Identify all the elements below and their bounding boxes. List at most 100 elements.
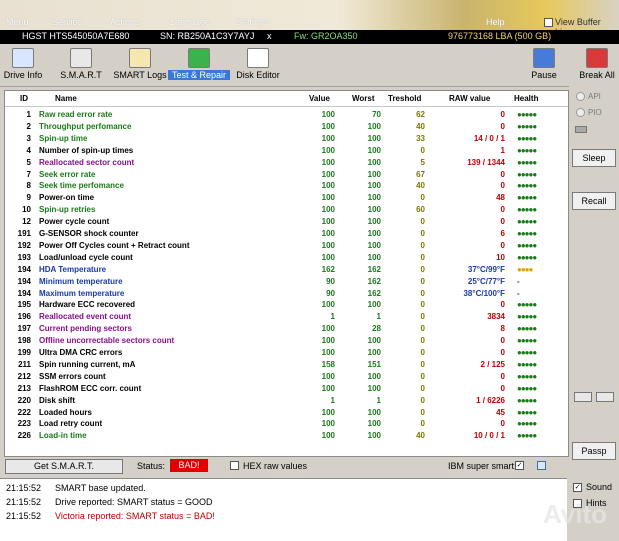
cell-tresh: 0 bbox=[420, 359, 425, 369]
table-row[interactable]: 197 Current pending sectors 100 28 0 8 ●●●●● bbox=[5, 323, 568, 335]
disk-editor-button[interactable]: Disk Editor bbox=[236, 46, 280, 84]
table-row[interactable]: 9 Power-on time 100 100 0 48 ●●●●● bbox=[5, 192, 568, 204]
get-smart-button[interactable]: Get S.M.A.R.T. bbox=[5, 459, 123, 474]
table-row[interactable]: 10 Spin-up retries 100 100 60 0 ●●●●● bbox=[5, 204, 568, 216]
cell-tresh: 40 bbox=[416, 181, 425, 191]
cell-tresh: 0 bbox=[420, 252, 425, 262]
table-row[interactable]: 199 Ultra DMA CRC errors 100 100 0 0 ●●●●● bbox=[5, 347, 568, 359]
passp-button[interactable]: Passp bbox=[572, 442, 616, 460]
table-row[interactable]: 193 Load/unload cycle count 100 100 0 10 ●●●●● bbox=[5, 252, 568, 264]
table-row[interactable]: 195 Hardware ECC recovered 100 100 0 0 ●●●●● bbox=[5, 299, 568, 311]
menu-item-service[interactable]: Service bbox=[52, 17, 82, 27]
pause-button[interactable]: Pause bbox=[527, 46, 561, 84]
view-buffer-live-check[interactable] bbox=[544, 18, 553, 27]
cell-id: 198 bbox=[17, 336, 31, 346]
cell-tresh: 0 bbox=[420, 288, 425, 298]
cell-health: - bbox=[517, 288, 520, 298]
cell-value: 100 bbox=[321, 419, 335, 429]
close-drive-button[interactable]: x bbox=[267, 31, 272, 41]
hex-raw-checkbox[interactable] bbox=[230, 461, 239, 470]
smart-button[interactable]: S.M.A.R.T bbox=[58, 46, 104, 84]
cell-health: ●●●●● bbox=[517, 217, 537, 227]
table-row[interactable]: 196 Reallocated event count 1 1 0 3834 ●●●●● bbox=[5, 311, 568, 323]
menu-item-menu[interactable]: Menu bbox=[6, 17, 29, 27]
cell-raw: 2 / 125 bbox=[480, 359, 505, 369]
cell-id: 220 bbox=[17, 395, 31, 405]
menu-item-actions[interactable]: Actions bbox=[110, 17, 140, 27]
drive-info-button[interactable]: Drive Info bbox=[2, 46, 44, 84]
small-button-1[interactable] bbox=[574, 392, 592, 402]
cell-raw: 0 bbox=[500, 419, 505, 429]
table-row[interactable]: 2 Throughput perfomance 100 100 40 0 ●●●●● bbox=[5, 121, 568, 133]
cell-tresh: 40 bbox=[416, 121, 425, 131]
cell-health: ●●●●● bbox=[517, 431, 537, 441]
pause-icon bbox=[533, 48, 555, 68]
table-row[interactable]: 4 Number of spin-up times 100 100 0 1 ●●●●● bbox=[5, 145, 568, 157]
cell-health: ●●●●● bbox=[517, 229, 537, 238]
menu-item-help[interactable]: Help bbox=[486, 17, 505, 27]
menu-item-settings[interactable]: Settings bbox=[236, 17, 269, 27]
break-all-button[interactable]: Break All bbox=[577, 46, 617, 84]
recall-button[interactable]: Recall bbox=[572, 192, 616, 210]
table-row[interactable]: 212 SSM errors count 100 100 0 0 ●●●●● bbox=[5, 371, 568, 383]
cell-value: 100 bbox=[321, 348, 335, 357]
test-repair-button[interactable]: Test & Repair bbox=[168, 46, 230, 84]
cell-id: 2 bbox=[26, 121, 31, 131]
cell-raw: 10 bbox=[496, 252, 505, 262]
table-row[interactable]: 194 Maximum temperature 90 162 0 38°C/100°F - bbox=[5, 288, 568, 300]
cell-tresh: 0 bbox=[420, 276, 425, 286]
small-button-2[interactable] bbox=[596, 392, 614, 402]
table-row[interactable]: 220 Disk shift 1 1 0 1 / 6226 ●●●●● bbox=[5, 395, 568, 407]
toolbar: Drive Info S.M.A.R.T SMART Logs Test & R… bbox=[0, 44, 619, 87]
cell-name: Seek error rate bbox=[39, 169, 96, 179]
table-row[interactable]: 198 Offline uncorrectable sectors count 10… bbox=[5, 335, 568, 347]
table-row[interactable]: 223 Load retry count 100 100 0 0 ●●●●● bbox=[5, 418, 568, 430]
menu-item-language[interactable]: Language bbox=[170, 17, 210, 27]
table-row[interactable]: 12 Power cycle count 100 100 0 0 ●●●●● bbox=[5, 216, 568, 228]
table-row[interactable]: 5 Reallocated sector count 100 100 5 139 / 13… bbox=[5, 157, 568, 169]
cell-name: Ultra DMA CRC errors bbox=[39, 348, 123, 357]
ibm-super-smart-checkbox[interactable]: ✓ bbox=[515, 461, 524, 470]
sound-checkbox[interactable]: ✓ bbox=[573, 483, 582, 492]
cell-id: 212 bbox=[17, 371, 31, 381]
cell-name: Load/unload cycle count bbox=[39, 252, 133, 262]
menu-bar: Menu Service Actions Language Settings H… bbox=[0, 0, 619, 37]
table-row[interactable]: 194 HDA Temperature 162 162 0 37°C/99°F ●●●● bbox=[5, 264, 568, 276]
cell-id: 211 bbox=[18, 359, 31, 369]
cell-health: ●●●●● bbox=[517, 121, 537, 131]
cell-name: Number of spin-up times bbox=[39, 145, 134, 155]
table-row[interactable]: 7 Seek error rate 100 100 67 0 ●●●●● bbox=[5, 169, 568, 181]
pio-radio[interactable]: PIO bbox=[576, 108, 602, 118]
cell-tresh: 0 bbox=[420, 264, 425, 274]
cell-worst: 70 bbox=[372, 110, 381, 119]
table-row[interactable]: 213 FlashROM ECC corr. count 100 100 0 0 ●●●●● bbox=[5, 383, 568, 395]
drive-model[interactable]: HGST HTS545050A7E680 bbox=[22, 31, 129, 41]
cell-worst: 100 bbox=[367, 217, 381, 227]
cell-id: 3 bbox=[26, 133, 31, 143]
header-name: Name bbox=[55, 94, 77, 103]
cell-id: 7 bbox=[26, 169, 31, 179]
api-radio[interactable]: API bbox=[576, 92, 601, 102]
smart-logs-button[interactable]: SMART Logs bbox=[112, 46, 168, 84]
table-row[interactable]: 226 Load-in time 100 100 40 10 / 0 / 1 ●●●●● bbox=[5, 430, 568, 442]
table-row[interactable]: 8 Seek time perfomance 100 100 40 0 ●●●●● bbox=[5, 180, 568, 192]
table-row[interactable]: 191 G-SENSOR shock counter 100 100 0 6 ●●●●● bbox=[5, 228, 568, 240]
table-row[interactable]: 194 Minimum temperature 90 162 0 25°C/77°F - bbox=[5, 276, 568, 288]
ibm-super-smart-label: IBM super smart: bbox=[448, 461, 517, 471]
cell-name: Maximum temperature bbox=[39, 288, 125, 298]
cell-id: 8 bbox=[26, 181, 31, 191]
cell-id: 1 bbox=[26, 110, 31, 119]
cell-value: 100 bbox=[321, 205, 335, 215]
cell-worst: 100 bbox=[367, 181, 381, 191]
table-row[interactable]: 3 Spin-up time 100 100 33 14 / 0 / 1 ●●●●● bbox=[5, 133, 568, 145]
cell-tresh: 0 bbox=[420, 407, 425, 417]
table-row[interactable]: 1 Raw read error rate 100 70 62 0 ●●●●● bbox=[5, 109, 568, 121]
cell-tresh: 0 bbox=[420, 240, 425, 250]
table-row[interactable]: 192 Power Off Cycles count + Retract coun… bbox=[5, 240, 568, 252]
sleep-button[interactable]: Sleep bbox=[572, 149, 616, 167]
table-row[interactable]: 211 Spin running current, mA 158 151 0 2 / 12… bbox=[5, 359, 568, 371]
cell-health: ●●●●● bbox=[517, 252, 537, 262]
cell-worst: 100 bbox=[367, 252, 381, 262]
cell-raw: 6 bbox=[500, 229, 505, 238]
table-row[interactable]: 222 Loaded hours 100 100 0 45 ●●●●● bbox=[5, 407, 568, 419]
